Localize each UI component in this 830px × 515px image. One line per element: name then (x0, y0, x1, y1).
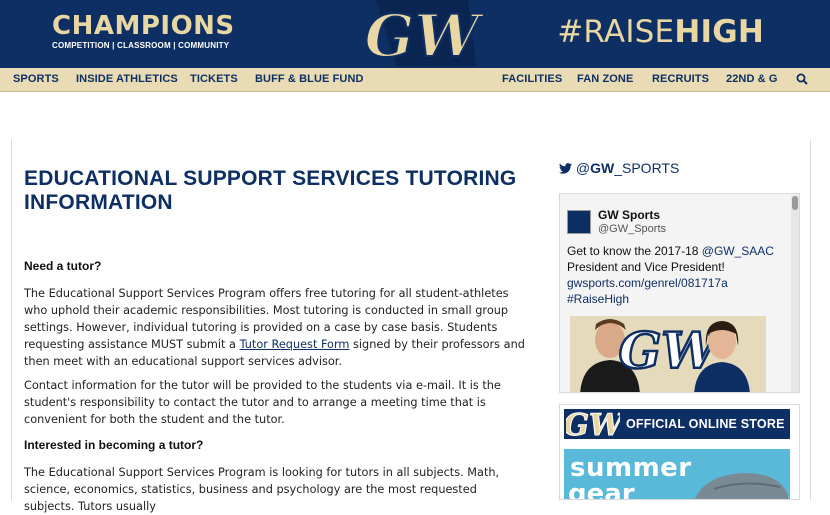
need-tutor-heading: Need a tutor? (24, 259, 102, 273)
paragraph-contact-info: Contact information for the tutor will b… (24, 379, 501, 426)
tweet-author-handle[interactable]: @GW_Sports (598, 223, 666, 235)
tutor-request-form-link[interactable]: Tutor Request Form (240, 338, 350, 351)
site-header: CHAMPIONS COMPETITION | CLASSROOM | COMM… (0, 0, 830, 68)
become-tutor-heading: Interested in becoming a tutor? (24, 438, 204, 452)
tweet-mention-link[interactable]: @GW_SAAC (702, 244, 774, 258)
feed-scrollbar[interactable] (791, 195, 799, 392)
champions-title: CHAMPIONS (52, 11, 235, 41)
main-nav: SPORTS INSIDE ATHLETICS TICKETS BUFF & B… (0, 68, 830, 92)
nav-22nd-g[interactable]: 22ND & G (726, 73, 778, 85)
nav-recruits[interactable]: RECRUITS (652, 73, 709, 85)
tweet-hashtag-link[interactable]: #RaiseHigh (567, 292, 629, 306)
store-logo-text: GW (566, 408, 620, 441)
page-title: EDUCATIONAL SUPPORT SERVICES TUTORING IN… (24, 167, 517, 214)
nav-buff-blue-fund[interactable]: BUFF & BLUE FUND (255, 73, 364, 85)
avatar[interactable] (567, 210, 591, 234)
tweet-text: Get to know the 2017-18 @GW_SAAC Preside… (567, 243, 787, 307)
paragraph-tutoring-intro: The Educational Support Services Program… (24, 285, 529, 370)
promo-cap-image (694, 473, 788, 499)
store-banner[interactable]: GW OFFICIAL ONLINE STORE (564, 408, 790, 441)
feed-scrollbar-thumb[interactable] (792, 196, 798, 210)
raise-high-tagline: #RAISEHIGH (557, 14, 764, 50)
twitter-icon (559, 163, 572, 174)
twitter-feed[interactable]: GW Sports @GW_Sports Get to know the 201… (559, 193, 800, 393)
store-label: OFFICIAL ONLINE STORE (626, 417, 785, 431)
paragraph-become-tutor: The Educational Support Services Program… (24, 466, 500, 513)
gw-logo-text: GW (365, 2, 485, 66)
tweet-text-1: Get to know the 2017-18 (567, 244, 702, 258)
champions-block[interactable]: CHAMPIONS COMPETITION | CLASSROOM | COMM… (52, 12, 235, 50)
raise-text: #RAISE (557, 14, 675, 50)
tweet-image[interactable]: GW (570, 316, 766, 393)
nav-facilities[interactable]: FACILITIES (502, 73, 562, 85)
summer-gear-promo[interactable]: summer gear (564, 449, 790, 500)
twitter-handle-heading[interactable]: @GW_SPORTS (559, 160, 679, 176)
nav-inside-athletics[interactable]: INSIDE ATHLETICS (76, 73, 178, 85)
promo-word-summer: summer (570, 453, 692, 483)
tweet-author-name[interactable]: GW Sports (598, 208, 660, 222)
handle-gw: GW (590, 160, 615, 176)
store-gw-logo: GW (566, 408, 620, 442)
handle-sports: _SPORTS (614, 160, 680, 176)
gw-logo[interactable]: GW (356, 0, 488, 66)
champions-subtitle: COMPETITION | CLASSROOM | COMMUNITY (52, 41, 230, 50)
promo-word-gear: gear (568, 479, 635, 500)
search-icon[interactable] (796, 73, 808, 85)
nav-sports[interactable]: SPORTS (13, 73, 59, 85)
tweet-url-link[interactable]: gwsports.com/genrel/081717a (567, 276, 728, 290)
nav-fan-zone[interactable]: FAN ZONE (577, 73, 633, 85)
online-store-ad[interactable]: GW OFFICIAL ONLINE STORE summer gear (559, 404, 800, 500)
handle-at: @ (575, 160, 591, 176)
nav-tickets[interactable]: TICKETS (190, 73, 238, 85)
high-text: HIGH (674, 14, 764, 50)
tweet-text-2: President and Vice President! (567, 260, 725, 274)
